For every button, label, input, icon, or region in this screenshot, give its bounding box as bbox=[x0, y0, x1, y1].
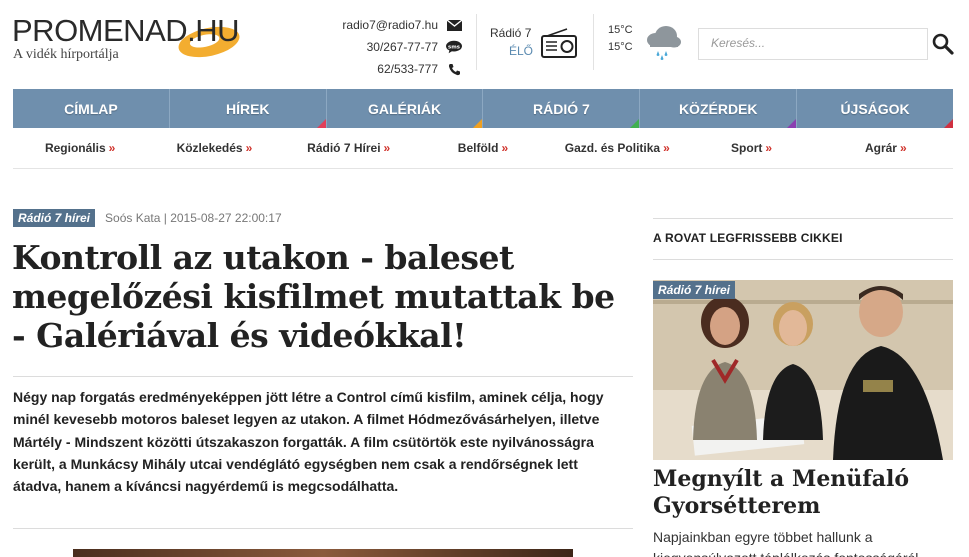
radio-live-label: ÉLŐ bbox=[509, 44, 534, 58]
chevron-right-icon: » bbox=[501, 141, 509, 155]
sidebar-category-badge[interactable]: Rádió 7 hírei bbox=[653, 281, 736, 299]
sidebar-heading: A ROVAT LEGFRISSEBB CIKKEI bbox=[653, 231, 843, 245]
subnav-item-label: Sport bbox=[731, 141, 763, 155]
contact-phone-text: 62/533-777 bbox=[377, 62, 438, 76]
sms-icon: sms bbox=[446, 40, 462, 54]
logo-text: PROMENAD.HU bbox=[12, 13, 240, 48]
contact-phone[interactable]: 62/533-777 bbox=[300, 58, 462, 80]
subnav-item-kozlekedes[interactable]: Közlekedés» bbox=[147, 133, 281, 163]
svg-text:sms: sms bbox=[448, 44, 460, 50]
search-icon[interactable] bbox=[932, 33, 954, 60]
nav-accent-corner bbox=[630, 119, 640, 128]
subnav-item-label: Rádió 7 Hírei bbox=[307, 141, 381, 155]
sidebar-article-title[interactable]: Megnyílt a Menüfaló Gyorsétterem bbox=[653, 466, 953, 520]
subnav-item-label: Belföld bbox=[457, 141, 499, 155]
envelope-icon bbox=[446, 18, 462, 32]
site-logo[interactable]: PROMENAD.HU A vidék hírportálja bbox=[12, 14, 262, 64]
weather-widget: 15°C 15°C bbox=[608, 24, 688, 64]
category-badge[interactable]: Rádió 7 hírei bbox=[13, 209, 96, 227]
chevron-right-icon: » bbox=[383, 141, 391, 155]
nav-item-ujsagok[interactable]: ÚJSÁGOK bbox=[796, 89, 953, 128]
subnav-item-sport[interactable]: Sport» bbox=[684, 133, 818, 163]
sidebar-article-image[interactable] bbox=[653, 280, 953, 460]
nav-accent-corner bbox=[787, 119, 797, 128]
nav-accent-corner bbox=[316, 119, 326, 128]
subnav-item-agrar[interactable]: Agrár» bbox=[819, 133, 953, 163]
nav-item-cimlap[interactable]: CÍMLAP bbox=[13, 89, 169, 128]
article-byline: Soós Kata | 2015-08-27 22:00:17 bbox=[105, 211, 282, 225]
nav-item-label: GALÉRIÁK bbox=[368, 100, 442, 117]
article-title: Kontroll az utakon - baleset megelőzési … bbox=[12, 238, 615, 355]
radio-live-widget[interactable]: Rádió 7 ÉLŐ bbox=[490, 24, 580, 64]
contact-email[interactable]: radio7@radio7.hu bbox=[300, 14, 462, 36]
chevron-right-icon: » bbox=[108, 141, 116, 155]
subnav-item-label: Agrár bbox=[864, 141, 897, 155]
sidebar-article-excerpt: Napjainkban egyre többet hallunk a kiegy… bbox=[653, 529, 918, 557]
contact-email-text: radio7@radio7.hu bbox=[342, 18, 438, 32]
nav-accent-corner bbox=[943, 119, 953, 128]
subnav-divider bbox=[13, 168, 953, 169]
nav-item-label: CÍMLAP bbox=[64, 100, 118, 117]
contact-info: radio7@radio7.hu 30/267-77-77 sms 62/533… bbox=[300, 14, 462, 80]
subnav-item-belfold[interactable]: Belföld» bbox=[416, 133, 550, 163]
subnav-item-radio7-hirei[interactable]: Rádió 7 Hírei» bbox=[282, 133, 416, 163]
article-divider bbox=[13, 376, 633, 377]
chevron-right-icon: » bbox=[245, 141, 253, 155]
sub-navigation: Regionális» Közlekedés» Rádió 7 Hírei» B… bbox=[13, 133, 953, 163]
nav-item-label: HÍREK bbox=[225, 100, 270, 117]
nav-item-label: ÚJSÁGOK bbox=[840, 100, 910, 117]
header-separator bbox=[476, 14, 477, 70]
nav-item-galeriak[interactable]: GALÉRIÁK bbox=[325, 89, 483, 128]
rain-cloud-icon bbox=[644, 24, 682, 65]
nav-item-label: KÖZÉRDEK bbox=[678, 100, 758, 117]
chevron-right-icon: » bbox=[899, 141, 907, 155]
chevron-right-icon: » bbox=[663, 141, 670, 155]
radio-icon bbox=[541, 28, 577, 63]
nav-item-label: RÁDIÓ 7 bbox=[533, 100, 590, 117]
nav-item-hirek[interactable]: HÍREK bbox=[168, 89, 326, 128]
sidebar-divider bbox=[653, 218, 953, 219]
main-navigation: CÍMLAP HÍREK GALÉRIÁK RÁDIÓ 7 KÖZÉRDEK Ú… bbox=[13, 89, 953, 128]
contact-sms[interactable]: 30/267-77-77 sms bbox=[300, 36, 462, 58]
article-image[interactable] bbox=[73, 549, 573, 557]
logo-tagline: A vidék hírportálja bbox=[13, 47, 119, 62]
article-lead: Négy nap forgatás eredményeképpen jött l… bbox=[13, 389, 604, 495]
nav-item-radio7[interactable]: RÁDIÓ 7 bbox=[482, 89, 640, 128]
subnav-item-label: Regionális bbox=[44, 141, 106, 155]
nav-item-kozerdek[interactable]: KÖZÉRDEK bbox=[639, 89, 797, 128]
subnav-item-label: Közlekedés bbox=[176, 141, 243, 155]
search-input[interactable]: Keresés... bbox=[698, 28, 928, 60]
subnav-item-gazdasag-politika[interactable]: Gazd. és Politika» bbox=[550, 133, 684, 163]
sidebar-divider bbox=[653, 259, 953, 260]
phone-icon bbox=[446, 62, 462, 76]
subnav-item-label: Gazd. és Politika bbox=[564, 141, 661, 155]
subnav-item-regionalis[interactable]: Regionális» bbox=[13, 133, 147, 163]
nav-accent-corner bbox=[473, 119, 483, 128]
radio-name: Rádió 7 bbox=[490, 26, 532, 40]
article-divider bbox=[13, 528, 633, 529]
header-separator bbox=[593, 14, 594, 70]
contact-sms-text: 30/267-77-77 bbox=[366, 40, 438, 54]
nav-accent-corner bbox=[159, 119, 169, 128]
chevron-right-icon: » bbox=[765, 141, 773, 155]
article-meta: Rádió 7 hírei Soós Kata | 2015-08-27 22:… bbox=[13, 209, 282, 227]
